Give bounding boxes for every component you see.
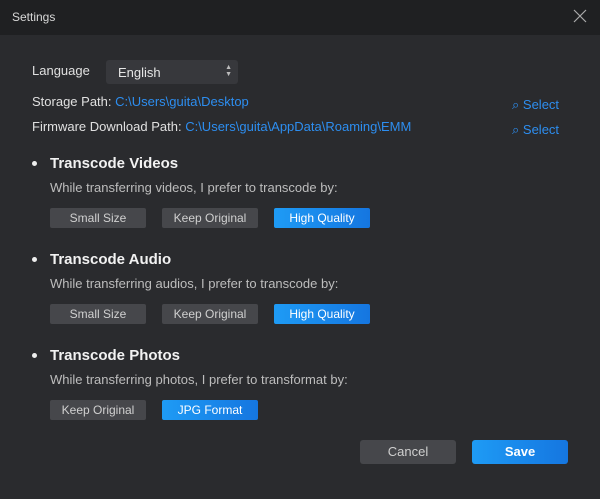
select-label: Select [522,122,560,137]
audio-high-quality-button[interactable]: High Quality [274,304,370,324]
language-select[interactable]: English ▲ ▼ [106,60,238,84]
storage-select-button[interactable]: ⌕ Select [512,97,559,113]
bullet [32,353,37,358]
videos-small-size-button[interactable]: Small Size [50,208,146,228]
storage-path-value: C:\Users\guita\Desktop [115,94,249,109]
folder-search-icon: ⌕ [512,97,520,112]
title-bar: Settings [0,0,600,35]
section-desc-videos: While transferring videos, I prefer to t… [50,180,338,195]
save-button[interactable]: Save [472,440,568,464]
firmware-select-button[interactable]: ⌕ Select [512,122,559,138]
firmware-path-label: Firmware Download Path: [32,119,182,134]
bullet [32,161,37,166]
storage-path-label: Storage Path: [32,94,112,109]
section-title-audio: Transcode Audio [50,251,172,268]
section-desc-photos: While transferring photos, I prefer to t… [50,372,348,387]
audio-keep-original-button[interactable]: Keep Original [162,304,258,324]
language-label: Language [32,63,90,78]
language-value: English [118,65,161,80]
videos-high-quality-button[interactable]: High Quality [274,208,370,228]
section-desc-audio: While transferring audios, I prefer to t… [50,276,339,291]
cancel-button[interactable]: Cancel [360,440,456,464]
select-label: Select [522,97,560,112]
photos-jpg-format-button[interactable]: JPG Format [162,400,258,420]
storage-path-row: Storage Path: C:\Users\guita\Desktop [32,94,249,109]
window-title: Settings [12,10,56,24]
audio-small-size-button[interactable]: Small Size [50,304,146,324]
firmware-path-row: Firmware Download Path: C:\Users\guita\A… [32,119,411,134]
section-title-videos: Transcode Videos [50,155,179,172]
photos-keep-original-button[interactable]: Keep Original [50,400,146,420]
section-title-photos: Transcode Photos [50,347,181,364]
firmware-path-value: C:\Users\guita\AppData\Roaming\EMM [185,119,412,134]
bullet [32,257,37,262]
updown-arrows-icon: ▲ ▼ [225,64,232,78]
close-icon[interactable] [570,6,590,26]
folder-search-icon: ⌕ [512,122,520,137]
videos-keep-original-button[interactable]: Keep Original [162,208,258,228]
